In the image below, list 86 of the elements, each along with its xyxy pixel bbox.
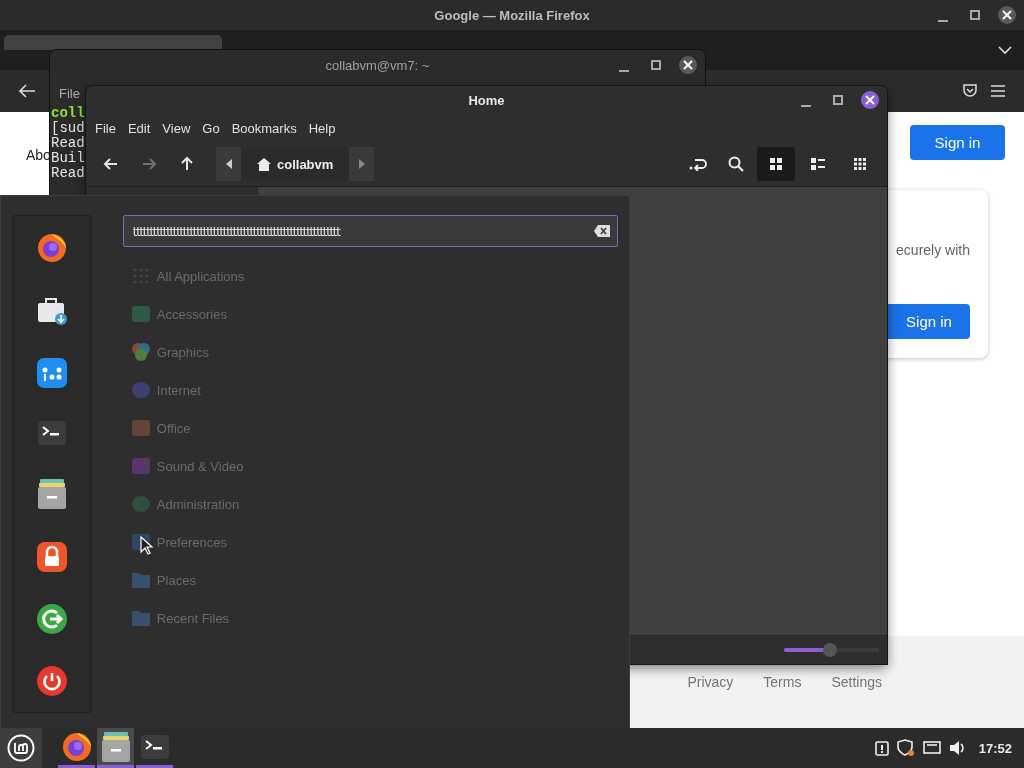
clear-icon[interactable]	[594, 225, 610, 237]
terminal-line: Buil	[51, 151, 85, 166]
menu-item[interactable]: Bookmarks	[226, 120, 302, 136]
window-title: Google — Mozilla Firefox	[434, 7, 590, 23]
search-field[interactable]: tttttttttttttttttttttttttttttttttttttttttttttttttttttttttttttt	[122, 215, 618, 247]
forward-arrow-icon	[141, 156, 157, 172]
menu-item[interactable]: Edit	[122, 120, 156, 136]
search-icon	[728, 156, 744, 172]
terminal-line: Read	[51, 136, 85, 151]
category-icon	[130, 304, 151, 324]
compact-grid-icon	[854, 158, 866, 170]
category-item[interactable]: Internet	[122, 371, 201, 409]
close-button[interactable]	[679, 56, 697, 74]
icon-view-button[interactable]	[757, 147, 795, 181]
firefox-icon[interactable]	[35, 232, 68, 264]
menu-item[interactable]: Help	[303, 120, 341, 136]
path-right-button[interactable]	[349, 147, 375, 181]
menu-item[interactable]: View	[157, 120, 196, 136]
category-item[interactable]: Graphics	[122, 333, 209, 371]
back-button[interactable]	[18, 83, 36, 99]
grid-icon	[770, 158, 782, 170]
card-text: ecurely with	[896, 242, 970, 258]
menu-item[interactable]: File	[57, 85, 82, 101]
home-icon	[257, 157, 271, 171]
menu-item[interactable]: Go	[197, 120, 225, 136]
start-menu-button[interactable]	[0, 728, 42, 768]
category-icon	[130, 494, 151, 514]
category-item[interactable]: All Applications	[122, 257, 245, 295]
terminal-icon[interactable]	[139, 733, 170, 760]
palette-icon	[130, 342, 151, 362]
category-icon	[130, 418, 151, 438]
chevron-down-icon[interactable]	[998, 45, 1012, 55]
left-triangle-icon	[225, 159, 232, 169]
clock[interactable]: 17:52	[978, 740, 1012, 756]
close-button[interactable]	[998, 6, 1016, 24]
category-icon	[130, 456, 151, 476]
close-button[interactable]	[861, 91, 879, 109]
return-arrow-icon	[689, 157, 707, 171]
category-item[interactable]: Places	[122, 561, 196, 599]
network-icon[interactable]	[922, 741, 941, 755]
window-title: Home	[468, 92, 505, 108]
settings-icon[interactable]	[36, 358, 67, 388]
folder-icon	[130, 571, 151, 589]
file-cabinet-icon[interactable]	[36, 478, 67, 510]
close-icon	[1002, 10, 1012, 20]
mouse-cursor-icon	[140, 536, 153, 555]
menu-icon[interactable]	[990, 84, 1006, 98]
terminal-line: coll	[51, 106, 85, 121]
maximize-icon	[651, 60, 661, 70]
logo-icon	[7, 734, 35, 762]
back-arrow-icon	[103, 156, 119, 172]
category-icon	[130, 380, 151, 400]
footer-link[interactable]: Privacy	[687, 674, 734, 690]
terminal-icon[interactable]	[36, 420, 67, 446]
software-bag-icon[interactable]	[35, 296, 68, 326]
lock-icon[interactable]	[36, 542, 67, 572]
category-item[interactable]: Sound & Video	[122, 447, 244, 485]
folder-icon	[130, 609, 151, 627]
right-triangle-icon	[358, 159, 365, 169]
list-icon	[811, 158, 825, 170]
minimize-icon	[938, 20, 948, 22]
maximize-icon	[970, 10, 980, 20]
up-arrow-icon	[179, 156, 195, 172]
back-arrow-icon	[18, 83, 36, 99]
logout-icon[interactable]	[36, 604, 67, 634]
category-item[interactable]: Office	[122, 409, 191, 447]
close-icon	[865, 95, 875, 105]
close-icon	[683, 60, 693, 70]
category-item[interactable]: Accessories	[122, 295, 227, 333]
terminal-line: Read	[51, 166, 85, 181]
power-icon[interactable]	[36, 666, 67, 696]
footer-link[interactable]: Settings	[831, 674, 882, 690]
footer-link[interactable]: Terms	[763, 674, 802, 690]
category-item[interactable]: Administration	[122, 485, 240, 523]
slider-thumb[interactable]	[822, 643, 837, 657]
sign-in-button[interactable]: Sign in	[888, 304, 970, 339]
sign-in-button[interactable]: Sign in	[910, 125, 1005, 160]
minimize-icon	[801, 105, 811, 107]
path-left-button[interactable]	[216, 147, 241, 181]
volume-icon[interactable]	[948, 740, 967, 756]
terminal-line: [sud	[51, 121, 85, 136]
shield-icon[interactable]	[896, 739, 915, 757]
window-title: collabvm@vm7: ~	[325, 57, 430, 73]
menu-item[interactable]: File	[90, 120, 121, 136]
category-item[interactable]: Recent Files	[122, 599, 230, 637]
maximize-icon	[833, 95, 843, 105]
